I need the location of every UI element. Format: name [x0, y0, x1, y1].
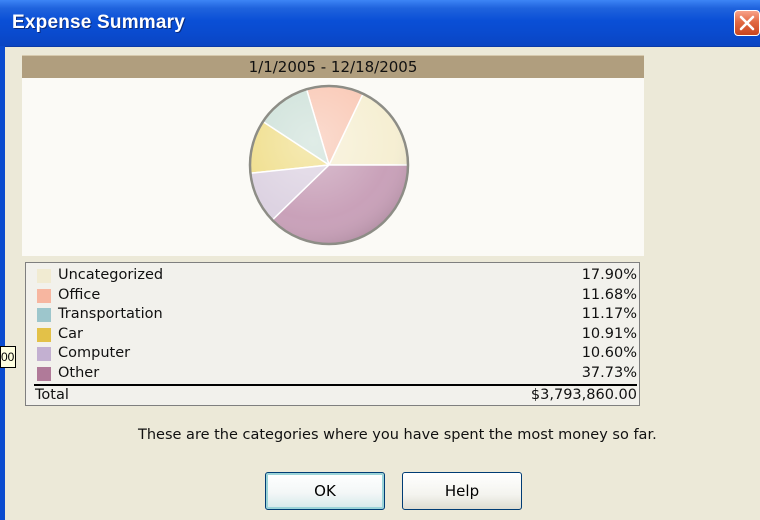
tooltip: 00 [0, 346, 16, 368]
total-value: $3,793,860.00 [530, 387, 637, 403]
summary-message: These are the categories where you have … [138, 427, 657, 443]
help-button[interactable]: Help [402, 472, 522, 510]
category-legend: Uncategorized 17.90% Office 11.68% Transport… [25, 262, 640, 406]
legend-row-transportation: Transportation 11.17% [34, 306, 637, 325]
legend-swatch [37, 366, 51, 381]
legend-label: Uncategorized [58, 267, 164, 283]
legend-percent: 11.17% [581, 306, 637, 322]
legend-row-computer: Computer 10.60% [34, 345, 637, 364]
legend-label: Other [58, 364, 100, 381]
window-left-border [0, 46, 5, 520]
legend-swatch [37, 308, 51, 322]
date-range-header: 1/1/2005 - 12/18/2005 [22, 55, 644, 79]
legend-label: Transportation [58, 306, 163, 322]
total-row: Total $3,793,860.00 [29, 387, 637, 406]
legend-percent: 11.68% [581, 286, 637, 303]
legend-percent: 10.60% [581, 345, 637, 361]
title-bar[interactable]: Expense Summary [0, 0, 760, 47]
expense-pie-chart [248, 84, 410, 246]
legend-swatch [37, 327, 51, 342]
legend-label: Office [58, 286, 101, 303]
close-button[interactable] [734, 10, 760, 36]
legend-swatch [37, 269, 51, 283]
window-title: Expense Summary [12, 12, 186, 33]
legend-percent: 37.73% [581, 364, 637, 381]
legend-percent: 10.91% [581, 325, 637, 342]
legend-row-uncategorized: Uncategorized 17.90% [34, 267, 637, 286]
legend-label: Car [58, 325, 83, 342]
legend-row-office: Office 11.68% [34, 287, 637, 306]
legend-percent: 17.90% [581, 267, 637, 283]
close-icon [739, 15, 755, 31]
total-divider [34, 384, 637, 386]
total-label: Total [35, 387, 69, 403]
legend-swatch [37, 288, 51, 303]
date-range-text: 1/1/2005 - 12/18/2005 [248, 58, 418, 76]
legend-swatch [37, 347, 51, 361]
ok-button[interactable]: OK [265, 472, 385, 510]
legend-label: Computer [58, 345, 131, 361]
legend-row-car: Car 10.91% [34, 326, 637, 345]
legend-row-other: Other 37.73% [34, 365, 637, 384]
pie-chart-area [22, 78, 644, 256]
